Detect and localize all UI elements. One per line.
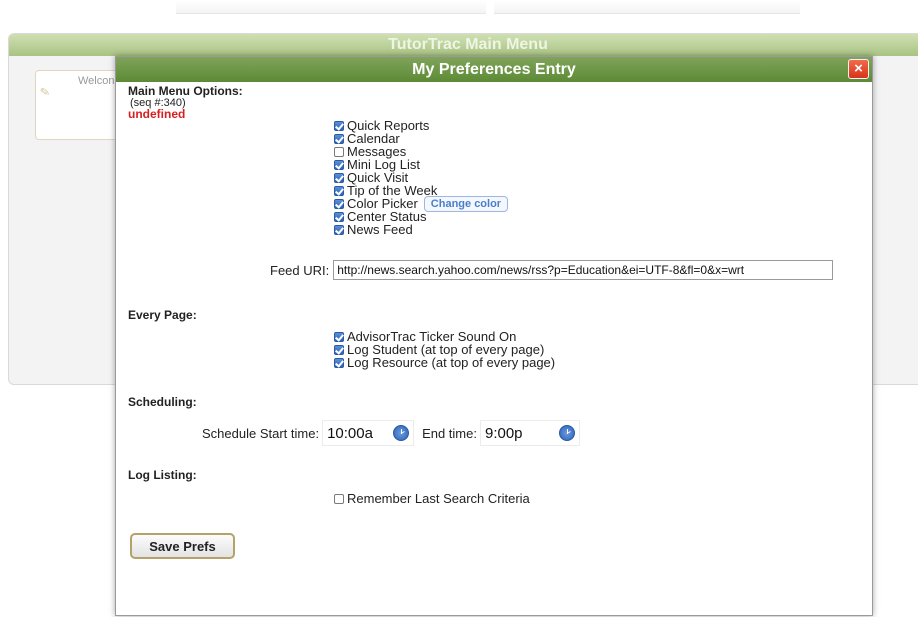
checkbox[interactable] xyxy=(334,146,344,157)
option-label: News Feed xyxy=(347,222,413,237)
log-listing-title: Log Listing: xyxy=(128,468,197,482)
checkbox[interactable] xyxy=(334,357,344,368)
checkbox[interactable] xyxy=(334,133,344,144)
checkbox[interactable] xyxy=(334,331,344,342)
preferences-dialog: My Preferences Entry × Main Menu Options… xyxy=(115,56,873,616)
close-button[interactable]: × xyxy=(848,59,869,79)
clock-icon[interactable] xyxy=(558,425,575,441)
dialog-title: My Preferences Entry xyxy=(412,61,576,78)
start-time-field[interactable]: 10:00a xyxy=(322,420,415,446)
checkbox[interactable] xyxy=(334,159,344,170)
end-time-value: 9:00p xyxy=(484,424,523,442)
checkbox[interactable] xyxy=(334,198,344,209)
option-label: Remember Last Search Criteria xyxy=(347,491,530,506)
checkbox[interactable] xyxy=(334,120,344,131)
clock-icon[interactable] xyxy=(393,425,410,441)
save-prefs-button[interactable]: Save Prefs xyxy=(130,533,235,559)
checkbox[interactable] xyxy=(334,185,344,196)
schedule-row: Schedule Start time: 10:00a End time: 9:… xyxy=(202,420,580,446)
checkbox[interactable] xyxy=(334,493,344,504)
option-news-feed[interactable]: News Feed xyxy=(334,223,508,236)
checkbox[interactable] xyxy=(334,344,344,355)
option-label: Log Resource (at top of every page) xyxy=(347,355,556,370)
option-log-resource[interactable]: Log Resource (at top of every page) xyxy=(334,356,555,369)
close-icon: × xyxy=(854,60,863,77)
option-remember-search[interactable]: Remember Last Search Criteria xyxy=(334,491,530,506)
pencil-icon: ✎ xyxy=(38,84,52,100)
welcome-text: Welcon xyxy=(78,75,115,87)
status-text: undefined xyxy=(128,107,186,121)
feed-uri-row: Feed URI: xyxy=(270,260,834,280)
main-menu-options-title: Main Menu Options: xyxy=(128,84,243,98)
change-color-button[interactable]: Change color xyxy=(423,195,509,212)
checkbox[interactable] xyxy=(334,224,344,235)
feed-uri-label: Feed URI: xyxy=(270,262,330,278)
dialog-body: Main Menu Options: (seq #:340) undefined… xyxy=(116,82,872,617)
end-time-field[interactable]: 9:00p xyxy=(479,420,580,446)
feed-uri-input[interactable] xyxy=(333,260,834,280)
top-tab-left xyxy=(176,0,486,14)
schedule-start-label: Schedule Start time: xyxy=(202,425,320,441)
every-page-options-list: AdvisorTrac Ticker Sound On Log Student … xyxy=(334,330,555,369)
start-time-value: 10:00a xyxy=(327,424,373,442)
main-menu-options-list: Quick Reports Calendar Messages Mini Log… xyxy=(334,119,509,236)
main-menu-title: TutorTrac Main Menu xyxy=(9,34,918,56)
checkbox[interactable] xyxy=(334,211,344,222)
top-tab-right xyxy=(494,0,800,14)
scheduling-title: Scheduling: xyxy=(128,395,197,409)
checkbox[interactable] xyxy=(334,172,344,183)
dialog-header: My Preferences Entry × xyxy=(116,57,872,82)
end-time-label: End time: xyxy=(422,425,477,441)
every-page-title: Every Page: xyxy=(128,308,197,322)
